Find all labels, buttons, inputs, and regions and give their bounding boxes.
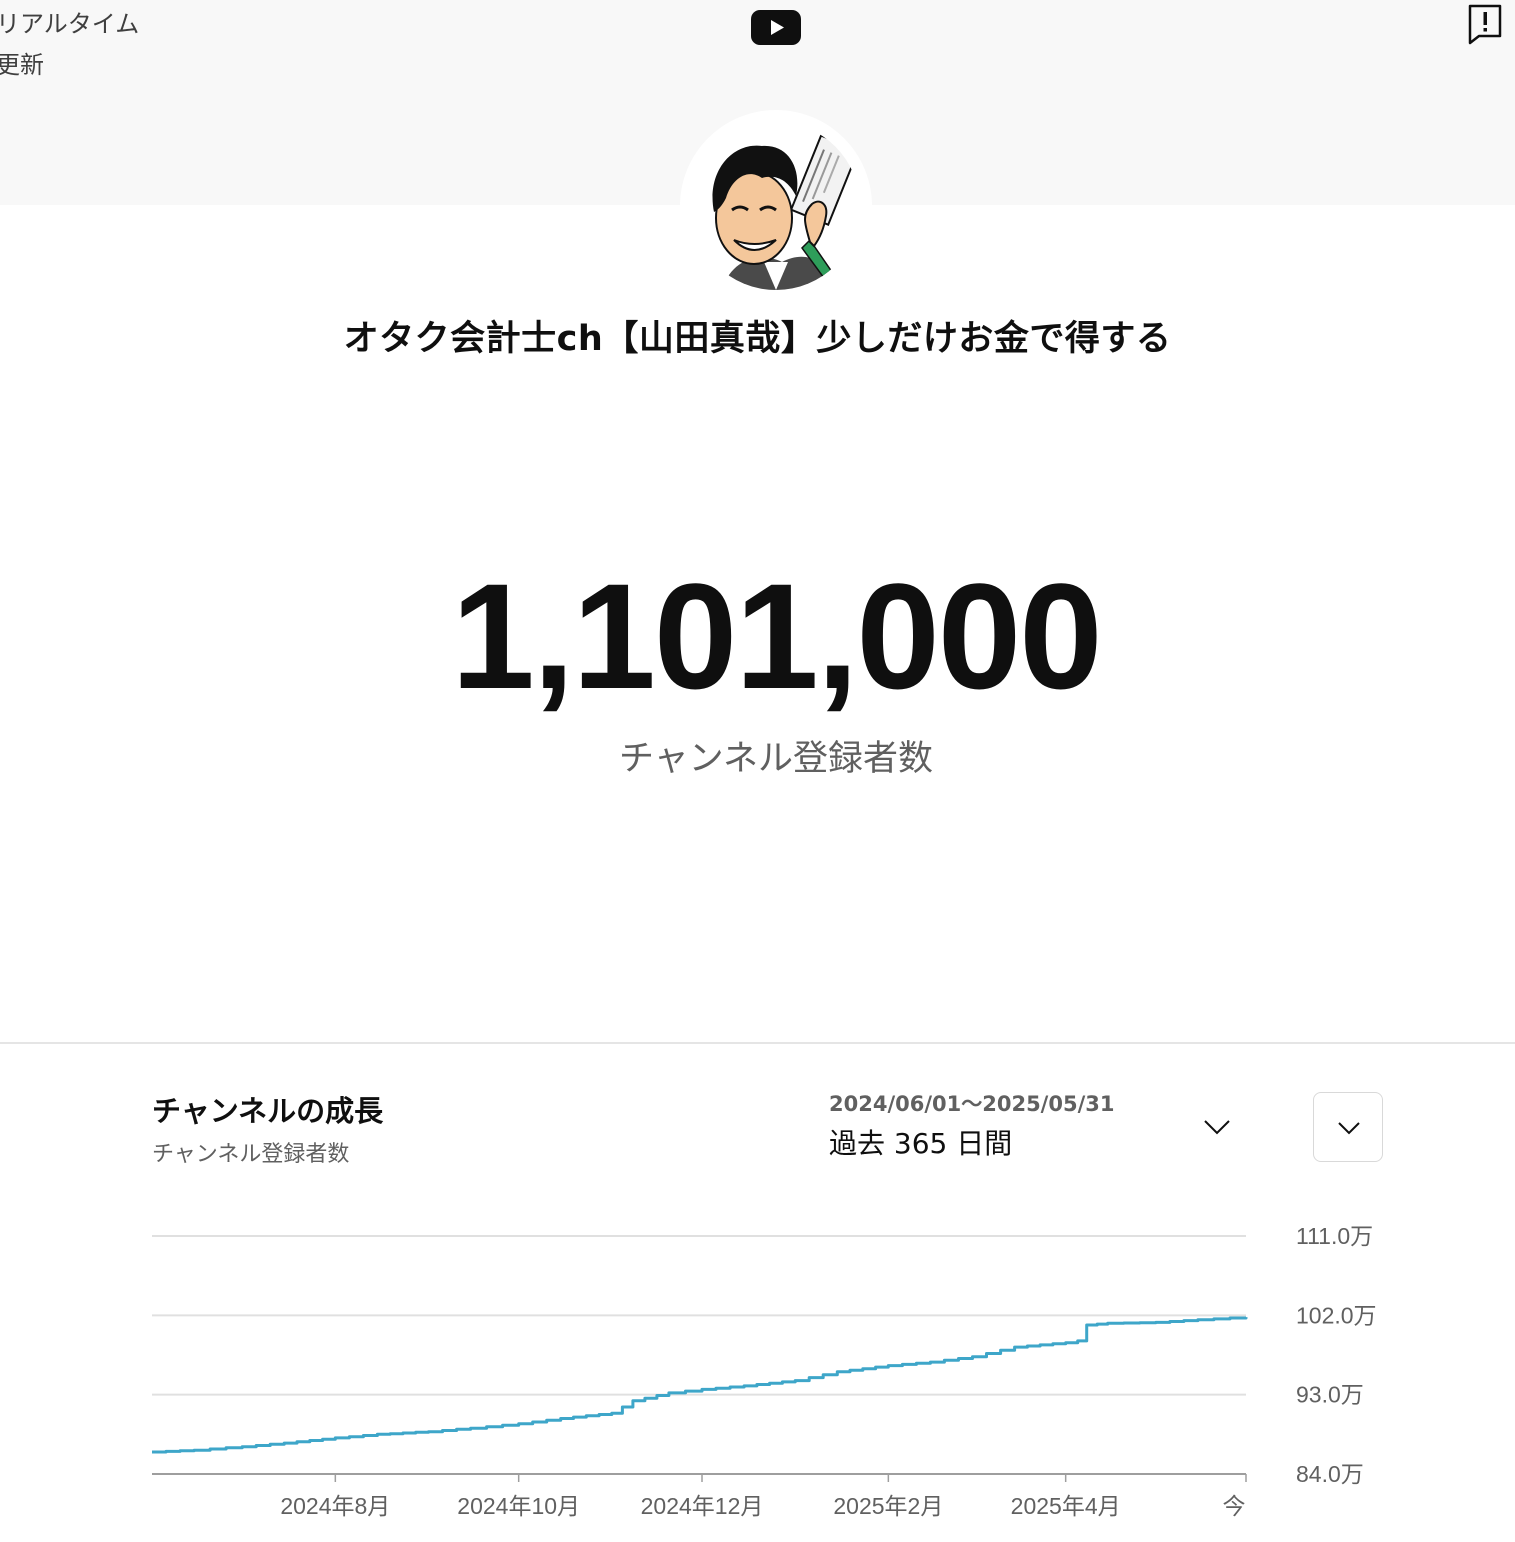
date-range: 2024/06/01～2025/05/31 [829, 1092, 1115, 1116]
x-tick-label: 2024年10月 [457, 1493, 580, 1519]
expand-button[interactable] [1313, 1092, 1383, 1162]
channel-name: オタク会計士ch【山田真哉】少しだけお金で得する [343, 319, 1172, 359]
x-tick-label: 今 [1223, 1493, 1246, 1519]
y-tick-label: 84.0万 [1296, 1461, 1364, 1487]
series-line [152, 1316, 1248, 1454]
period-selector-label[interactable]: 過去 365 日間 [829, 1122, 1012, 1162]
growth-subtitle: チャンネル登録者数 [152, 1142, 350, 1167]
x-tick-label: 2024年8月 [280, 1493, 390, 1519]
channel-avatar[interactable] [692, 122, 860, 290]
channel-avatar-caricature [692, 122, 860, 290]
y-tick-label: 93.0万 [1296, 1382, 1364, 1408]
y-tick-label: 102.0万 [1296, 1302, 1377, 1328]
subscriber-label: チャンネル登録者数 [619, 739, 933, 779]
x-tick-label: 2025年2月 [833, 1493, 943, 1519]
chevron-down-icon[interactable] [1200, 1110, 1234, 1144]
realtime-update-label: リアルタイム更新 [0, 10, 140, 79]
chevron-down-icon [1338, 1122, 1360, 1135]
section-divider [0, 1042, 1515, 1044]
report-flag-icon[interactable] [1467, 3, 1503, 45]
subscriber-count: 1,101,000 [451, 552, 1102, 720]
youtube-play-icon[interactable] [751, 10, 801, 45]
growth-title: チャンネルの成長 [152, 1094, 384, 1128]
y-tick-label: 111.0万 [1296, 1223, 1373, 1249]
x-tick-label: 2024年12月 [641, 1493, 764, 1519]
x-tick-label: 2025年4月 [1011, 1493, 1121, 1519]
